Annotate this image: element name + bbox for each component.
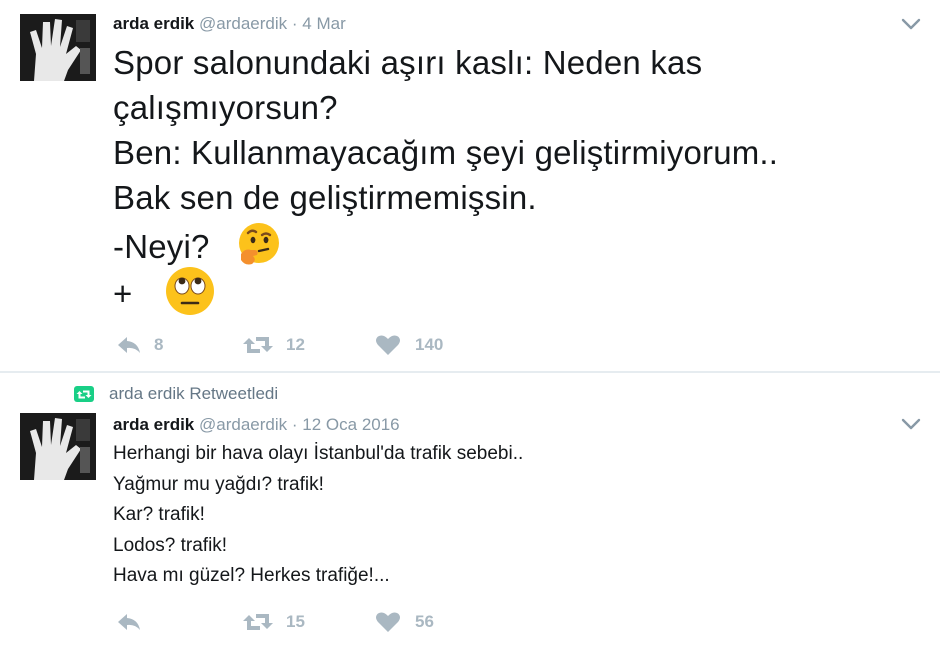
chevron-down-icon[interactable] [900, 417, 922, 431]
like-button[interactable]: 56 [375, 611, 434, 633]
like-button[interactable]: 140 [375, 334, 443, 356]
tweet-line-wrapper: -Neyi? [113, 220, 778, 265]
tweet[interactable]: arda erdik @ardaerdik · 4 Mar Spor salon… [0, 0, 940, 372]
divider [0, 371, 940, 373]
like-count: 56 [415, 612, 434, 631]
tweet-line: Ben: Kullanmayacağım şeyi geliştirmiyoru… [113, 134, 779, 171]
thinking-face-icon [235, 220, 283, 279]
retweet-icon [74, 386, 94, 402]
tweet-line: -Neyi? [113, 228, 210, 265]
avatar[interactable] [20, 14, 96, 81]
timestamp[interactable]: 4 Mar [302, 14, 345, 33]
separator: · [291, 415, 298, 434]
tweet-header: arda erdik @ardaerdik · 12 Oca 2016 [113, 415, 400, 435]
author-name[interactable]: arda erdik [113, 415, 194, 434]
tweet-text: Spor salonundaki aşırı kaslı: Neden kas … [113, 40, 779, 315]
retweet-context[interactable]: arda erdik Retweetledi [74, 384, 278, 404]
heart-icon [375, 611, 401, 633]
retweet-count: 15 [286, 612, 305, 631]
tweet-text: Herhangi bir hava olayı İstanbul'da traf… [113, 439, 523, 592]
reply-button[interactable]: 8 [116, 335, 242, 355]
retweet-count: 12 [286, 335, 305, 354]
tweet-line: Kar? trafik! [113, 504, 205, 525]
avatar[interactable] [20, 413, 96, 480]
timestamp[interactable]: 12 Oca 2016 [302, 415, 399, 434]
retweet-label: arda erdik Retweetledi [109, 384, 279, 403]
tweet-line: Herhangi bir hava olayı İstanbul'da traf… [113, 443, 524, 464]
face-with-rolling-eyes-icon [164, 265, 216, 328]
tweet-line: + [113, 275, 133, 312]
reply-button[interactable] [116, 612, 242, 632]
tweet-line: Bak sen de geliştirmemişsin. [113, 179, 537, 216]
tweet-line: Lodos? trafik! [113, 534, 228, 556]
reply-icon [116, 335, 142, 355]
author-handle[interactable]: @ardaerdik [199, 14, 287, 33]
like-count: 140 [415, 335, 444, 354]
reply-icon [116, 612, 142, 632]
tweet-line: Hava mı güzel? Herkes trafiğe!... [113, 565, 390, 586]
separator: · [291, 14, 298, 33]
heart-icon [375, 334, 401, 356]
author-handle[interactable]: @ardaerdik [199, 415, 287, 434]
tweet-line: Spor salonundaki aşırı kaslı: Neden kas [113, 44, 703, 81]
tweet-line-wrapper: + [113, 265, 778, 315]
retweet-icon [242, 334, 274, 356]
retweet-button[interactable]: 12 [242, 334, 375, 356]
author-name[interactable]: arda erdik [113, 14, 194, 33]
tweet-line: çalışmıyorsun? [113, 89, 338, 126]
retweet-icon [242, 611, 274, 633]
retweet-button[interactable]: 15 [242, 611, 375, 633]
tweet-line: Yağmur mu yağdı? trafik! [113, 473, 324, 495]
reply-count: 8 [154, 335, 164, 354]
chevron-down-icon[interactable] [900, 17, 922, 31]
